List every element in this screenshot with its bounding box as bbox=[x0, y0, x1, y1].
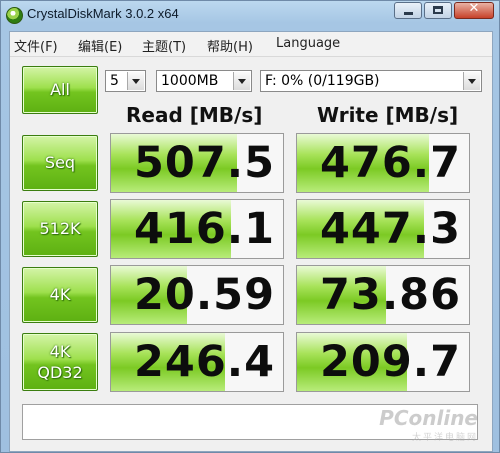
menu-help[interactable]: 帮助(H) bbox=[207, 36, 253, 55]
menu-edit[interactable]: 编辑(E) bbox=[78, 36, 122, 55]
512k-read-cell: 416.1 bbox=[110, 199, 284, 259]
4k-button-label: 4K bbox=[49, 285, 71, 304]
4k-qd32-label-line1: 4K bbox=[49, 342, 71, 361]
crystaldiskmark-logo-icon bbox=[6, 7, 23, 24]
maximize-button[interactable] bbox=[424, 2, 452, 19]
write-header: Write [MB/s] bbox=[317, 103, 459, 127]
count-value: 5 bbox=[110, 73, 119, 89]
menu-file[interactable]: 文件(F) bbox=[14, 36, 58, 55]
menu-bar: 文件(F) 编辑(E) 主题(T) 帮助(H) Language bbox=[10, 32, 492, 57]
4k-write-cell: 73.86 bbox=[296, 265, 470, 325]
app-window: CrystalDiskMark 3.0.2 x64 ✕ 文件(F) 编辑(E) … bbox=[0, 0, 500, 453]
chevron-down-icon bbox=[463, 72, 480, 90]
minimize-button[interactable] bbox=[394, 2, 422, 19]
title-bar[interactable]: CrystalDiskMark 3.0.2 x64 ✕ bbox=[1, 1, 499, 29]
window-title: CrystalDiskMark 3.0.2 x64 bbox=[27, 6, 179, 21]
drive-select[interactable]: F: 0% (0/119GB) bbox=[260, 70, 482, 92]
4k-button[interactable]: 4K bbox=[22, 267, 98, 323]
4k-qd32-read-cell: 246.4 bbox=[110, 332, 284, 392]
watermark: PConline 太平洋电脑网 bbox=[379, 406, 478, 443]
512k-button-label: 512K bbox=[39, 219, 81, 238]
seq-read-cell: 507.5 bbox=[110, 133, 284, 193]
4k-qd32-write-value: 209.7 bbox=[319, 337, 461, 387]
4k-qd32-write-cell: 209.7 bbox=[296, 332, 470, 392]
maximize-icon bbox=[433, 6, 443, 14]
seq-button[interactable]: Seq bbox=[22, 135, 98, 191]
4k-read-cell: 20.59 bbox=[110, 265, 284, 325]
close-icon: ✕ bbox=[468, 1, 480, 16]
client-area: 文件(F) 编辑(E) 主题(T) 帮助(H) Language All 5 1… bbox=[9, 31, 493, 452]
chevron-down-icon bbox=[233, 72, 250, 90]
512k-write-cell: 447.3 bbox=[296, 199, 470, 259]
seq-write-cell: 476.7 bbox=[296, 133, 470, 193]
4k-qd32-label-line2: QD32 bbox=[37, 363, 83, 382]
drive-value: F: 0% (0/119GB) bbox=[265, 73, 380, 89]
count-select[interactable]: 5 bbox=[105, 70, 146, 92]
512k-write-value: 447.3 bbox=[319, 204, 461, 254]
all-button-label: All bbox=[50, 80, 70, 99]
seq-write-value: 476.7 bbox=[319, 138, 461, 188]
chevron-down-icon bbox=[127, 72, 144, 90]
read-header: Read [MB/s] bbox=[126, 103, 263, 127]
watermark-main: PConline bbox=[379, 406, 478, 430]
all-button[interactable]: All bbox=[22, 66, 98, 114]
close-button[interactable]: ✕ bbox=[454, 1, 494, 19]
4k-qd32-read-value: 246.4 bbox=[133, 337, 275, 387]
seq-button-label: Seq bbox=[44, 153, 76, 172]
window-controls: ✕ bbox=[394, 1, 494, 19]
512k-button[interactable]: 512K bbox=[22, 201, 98, 257]
minimize-icon bbox=[404, 12, 413, 15]
seq-read-value: 507.5 bbox=[133, 138, 275, 188]
menu-language[interactable]: Language bbox=[276, 36, 340, 51]
512k-read-value: 416.1 bbox=[133, 204, 275, 254]
size-value: 1000MB bbox=[161, 73, 219, 89]
size-select[interactable]: 1000MB bbox=[156, 70, 252, 92]
4k-qd32-button[interactable]: 4K QD32 bbox=[22, 333, 98, 391]
4k-read-value: 20.59 bbox=[133, 270, 275, 320]
menu-theme[interactable]: 主题(T) bbox=[142, 36, 186, 55]
4k-write-value: 73.86 bbox=[319, 270, 461, 320]
watermark-sub: 太平洋电脑网 bbox=[411, 433, 478, 443]
